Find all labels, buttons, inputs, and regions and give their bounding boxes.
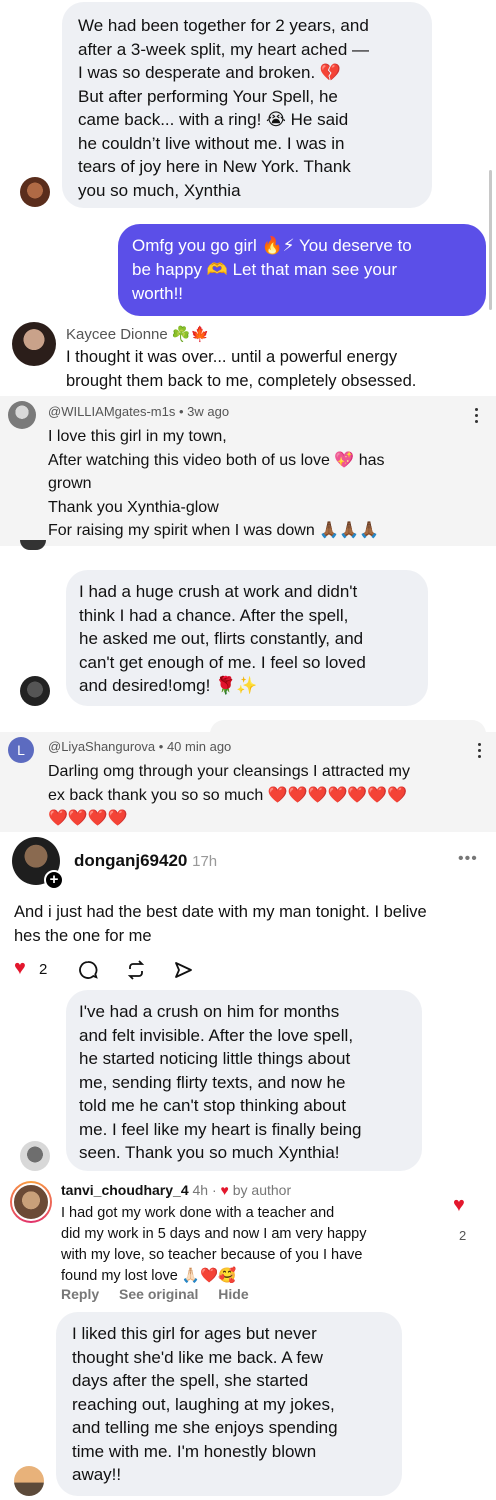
sender-avatar <box>14 1466 44 1496</box>
more-options-icon[interactable] <box>475 408 479 426</box>
commenter-avatar-initial: L <box>8 737 34 763</box>
reply-link[interactable]: Reply <box>61 1286 99 1302</box>
repost-icon[interactable] <box>126 960 146 985</box>
comment-username[interactable]: tanvi_choudhary_4 <box>61 1182 189 1198</box>
comment-text: Darling omg through your cleansings I at… <box>48 763 410 827</box>
comment-time: 40 min ago <box>166 739 232 754</box>
comment-header: tanvi_choudhary_4 4h · ♥ by author <box>61 1182 292 1198</box>
commenter-avatar <box>8 401 36 429</box>
comment-header: donganj69420 17h <box>74 851 217 871</box>
more-options-icon[interactable] <box>478 743 482 761</box>
message-bubble: I had a huge crush at work and didn't th… <box>66 570 428 706</box>
comment-time: 17h <box>192 853 218 870</box>
commenter-avatar <box>12 322 56 366</box>
commenter-name: Kaycee Dionne ☘️🍁 <box>66 326 210 343</box>
comment-text: I thought it was over... until a powerfu… <box>66 348 417 390</box>
comment-username[interactable]: donganj69420 <box>74 851 187 870</box>
comment-text: I had got my work done with a teacher an… <box>61 1205 367 1284</box>
panel-notch <box>210 720 486 740</box>
comment-header: @WILLIAMgates-m1s • 3w ago <box>48 404 230 419</box>
commenter-avatar <box>10 1181 52 1223</box>
like-heart-icon[interactable]: ♥ <box>453 1194 465 1217</box>
more-options-icon[interactable]: ••• <box>458 850 478 868</box>
scrollbar[interactable] <box>489 170 492 310</box>
comment-handle[interactable]: @LiyaShangurova <box>48 739 155 754</box>
comment-handle[interactable]: @WILLIAMgates-m1s <box>48 404 175 419</box>
message-text: We had been together for 2 years, and af… <box>78 16 370 200</box>
message-text: I had a huge crush at work and didn't th… <box>79 582 366 695</box>
sender-avatar <box>20 1141 50 1171</box>
comment-icon[interactable] <box>78 960 98 985</box>
hide-link[interactable]: Hide <box>218 1286 248 1302</box>
outgoing-message-bubble: Omfg you go girl 🔥⚡ You deserve to be ha… <box>118 224 486 316</box>
message-text: I liked this girl for ages but never tho… <box>72 1324 338 1484</box>
comment-time: 4h <box>192 1182 209 1198</box>
sender-avatar <box>20 177 50 207</box>
share-icon[interactable] <box>173 960 193 985</box>
avatar-fragment <box>20 540 46 550</box>
comment-text: And i just had the best date with my man… <box>14 903 427 945</box>
like-heart-icon[interactable]: ♥ <box>14 957 26 980</box>
outgoing-message-text: Omfg you go girl 🔥⚡ You deserve to be ha… <box>132 236 412 303</box>
comment-text: I love this girl in my town, After watch… <box>48 428 385 539</box>
follow-plus-icon[interactable]: + <box>44 870 64 890</box>
message-bubble: We had been together for 2 years, and af… <box>62 2 432 208</box>
author-heart-icon: ♥ <box>220 1182 229 1198</box>
sender-avatar <box>20 676 50 706</box>
comment-header: @LiyaShangurova • 40 min ago <box>48 739 232 754</box>
message-text: I've had a crush on him for months and f… <box>79 1002 362 1162</box>
by-author-label: by author <box>232 1182 292 1198</box>
comment-time: 3w ago <box>187 404 230 419</box>
message-bubble: I've had a crush on him for months and f… <box>66 990 422 1171</box>
like-count: 2 <box>39 961 48 978</box>
message-bubble: I liked this girl for ages but never tho… <box>56 1312 402 1496</box>
like-count: 2 <box>459 1228 467 1243</box>
see-original-link[interactable]: See original <box>119 1286 198 1302</box>
comment-actions: Reply See original Hide <box>61 1286 249 1302</box>
